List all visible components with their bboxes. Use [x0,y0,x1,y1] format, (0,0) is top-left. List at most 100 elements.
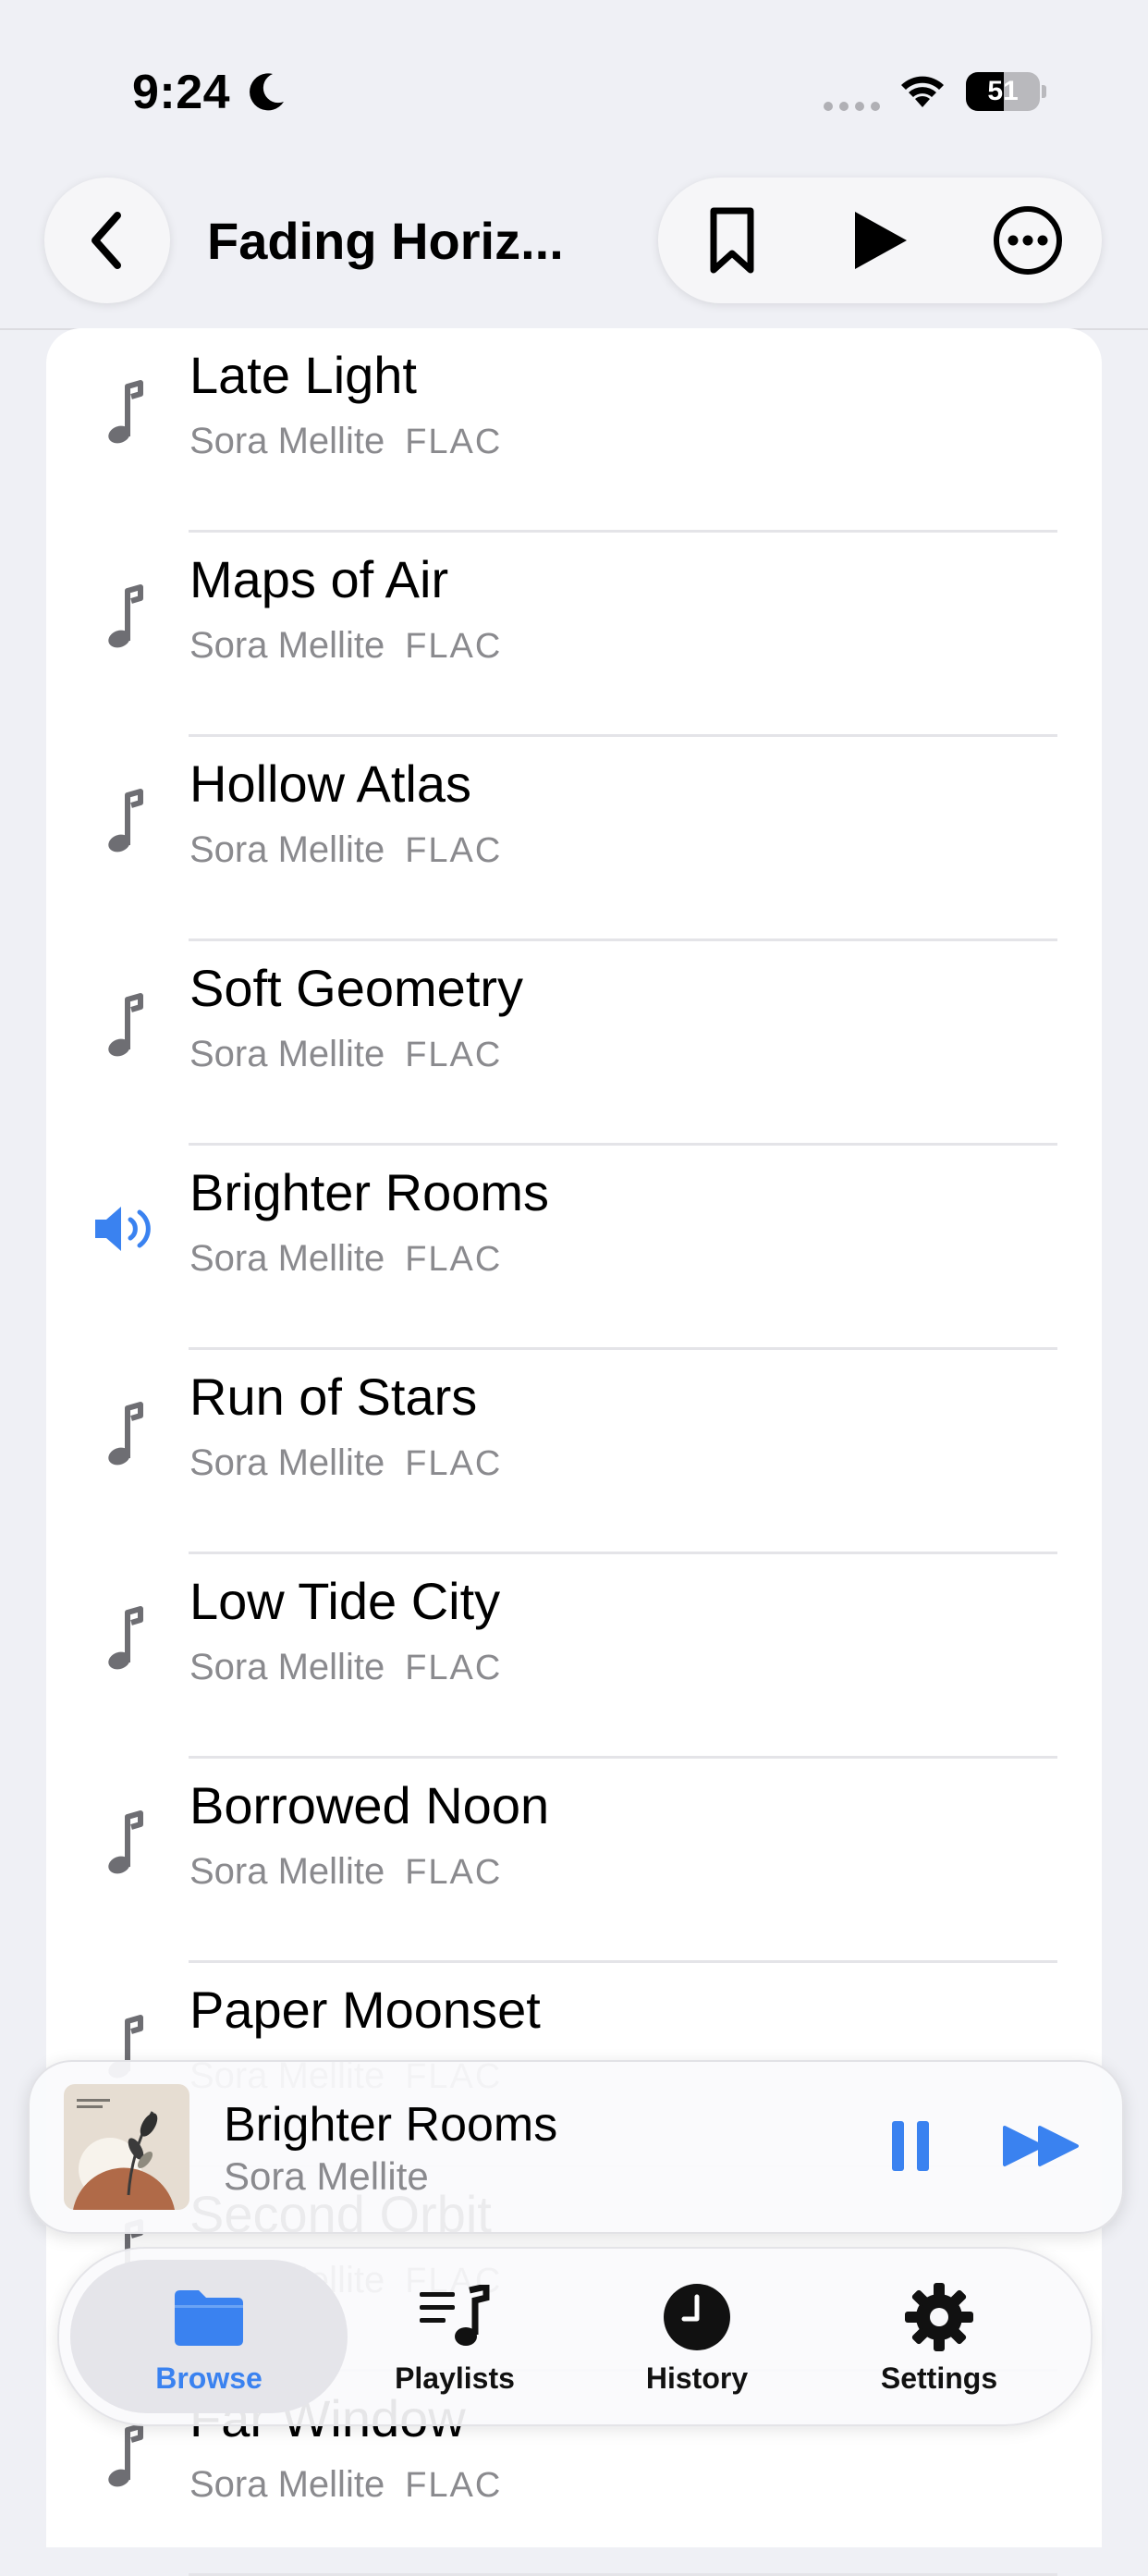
pause-button[interactable] [878,2114,943,2178]
track-artist: Sora Mellite [189,2464,385,2505]
status-time: 9:24 [132,66,231,119]
page-title: Fading Horiz... [207,212,564,270]
nav-action-group [658,178,1102,303]
folder-icon [175,2290,243,2346]
track-subtitle: Sora Mellite FLAC [189,1034,502,1075]
speaker-playing-icon [95,1207,151,1251]
music-note-icon [108,2423,143,2487]
track-row[interactable]: Soft Geometry Sora Mellite FLAC [46,941,1102,1146]
track-subtitle: Sora Mellite FLAC [189,829,502,871]
track-row[interactable]: Brighter Rooms Sora Mellite FLAC [46,1146,1102,1350]
track-subtitle: Sora Mellite FLAC [189,1647,502,1688]
track-format: FLAC [405,1649,503,1687]
skip-forward-button[interactable] [1000,2114,1083,2178]
music-note-icon [108,789,143,853]
back-button[interactable] [44,178,170,303]
tab-label: Browse [155,2361,263,2395]
bookmark-icon [710,207,754,274]
track-row[interactable]: Run of Stars Sora Mellite FLAC [46,1350,1102,1554]
track-format: FLAC [405,1853,503,1892]
wifi-icon [901,76,944,107]
tab-label: History [645,2361,749,2395]
track-row[interactable]: Late Light Sora Mellite FLAC [46,328,1102,533]
track-subtitle: Sora Mellite FLAC [189,625,502,667]
track-icon [87,1396,161,1470]
track-artist: Sora Mellite [189,625,385,666]
chevron-left-icon [92,212,121,269]
track-artist: Sora Mellite [189,1034,385,1074]
track-artist: Sora Mellite [189,829,385,870]
tab-label: Settings [880,2361,998,2395]
track-icon [87,2418,161,2492]
track-icon [87,1601,161,1674]
music-note-icon [108,993,143,1057]
track-title: Brighter Rooms [189,1163,550,1221]
fast-forward-icon [1003,2126,1079,2166]
track-title: Hollow Atlas [189,754,472,813]
track-subtitle: Sora Mellite FLAC [189,1238,502,1280]
speaker-indicator [87,1192,161,1266]
track-row[interactable]: Low Tide City Sora Mellite FLAC [46,1554,1102,1759]
tab-history[interactable]: History [558,2260,836,2413]
track-subtitle: Sora Mellite FLAC [189,421,502,462]
track-icon [87,783,161,857]
tab-bar: Browse Playlists History Settings [57,2247,1093,2426]
track-icon [87,579,161,653]
track-title: Low Tide City [189,1572,501,1630]
mini-player[interactable]: Brighter Rooms Sora Mellite [28,2060,1124,2234]
track-icon [87,1805,161,1879]
track-artist: Sora Mellite [189,421,385,461]
pause-icon [892,2121,929,2171]
track-format: FLAC [405,423,503,461]
track-artist: Sora Mellite [189,1442,385,1483]
track-row[interactable]: Maps of Air Sora Mellite FLAC [46,533,1102,737]
music-note-icon [108,380,143,444]
more-options-button[interactable] [965,178,1091,303]
status-bar: 9:24 51 [0,0,1148,176]
navigation-bar: Fading Horiz... [0,176,1148,330]
tab-settings[interactable]: Settings [800,2260,1078,2413]
clock-icon [664,2284,730,2350]
track-title: Late Light [189,346,417,404]
track-artist: Sora Mellite [189,1647,385,1687]
tab-playlists[interactable]: Playlists [316,2260,593,2413]
more-icon [994,206,1062,275]
album-artwork [64,2084,189,2210]
play-icon [855,212,907,269]
tab-browse[interactable]: Browse [70,2260,348,2413]
track-format: FLAC [405,1036,503,1074]
track-artist: Sora Mellite [189,1238,385,1279]
track-format: FLAC [405,2466,503,2505]
track-title: Paper Moonset [189,1981,541,2039]
play-all-button[interactable] [817,178,943,303]
battery-level: 51 [987,76,1019,106]
track-icon [87,374,161,448]
track-format: FLAC [405,1444,503,1483]
moon-icon [250,73,284,111]
track-title: Borrowed Noon [189,1776,550,1834]
track-subtitle: Sora Mellite FLAC [189,1442,502,1484]
track-title: Soft Geometry [189,959,524,1017]
playlist-icon [420,2285,490,2346]
bookmark-button[interactable] [669,178,795,303]
music-note-icon [108,1810,143,1874]
music-note-icon [108,1606,143,1670]
music-note-icon [108,584,143,648]
music-note-icon [108,1402,143,1466]
now-playing-artist: Sora Mellite [224,2154,429,2198]
track-format: FLAC [405,627,503,666]
battery-indicator: 51 [966,72,1046,111]
now-playing-title: Brighter Rooms [224,2098,558,2152]
track-row[interactable]: Hollow Atlas Sora Mellite FLAC [46,737,1102,941]
track-format: FLAC [405,1240,503,1279]
track-subtitle: Sora Mellite FLAC [189,1851,502,1893]
track-title: Run of Stars [189,1368,478,1426]
gear-icon [905,2283,973,2351]
track-row[interactable]: Borrowed Noon Sora Mellite FLAC [46,1759,1102,1963]
track-artist: Sora Mellite [189,1851,385,1892]
tab-label: Playlists [395,2361,515,2395]
track-format: FLAC [405,831,503,870]
track-icon [87,987,161,1061]
track-title: Maps of Air [189,550,449,608]
cellular-signal-icon [824,102,880,111]
